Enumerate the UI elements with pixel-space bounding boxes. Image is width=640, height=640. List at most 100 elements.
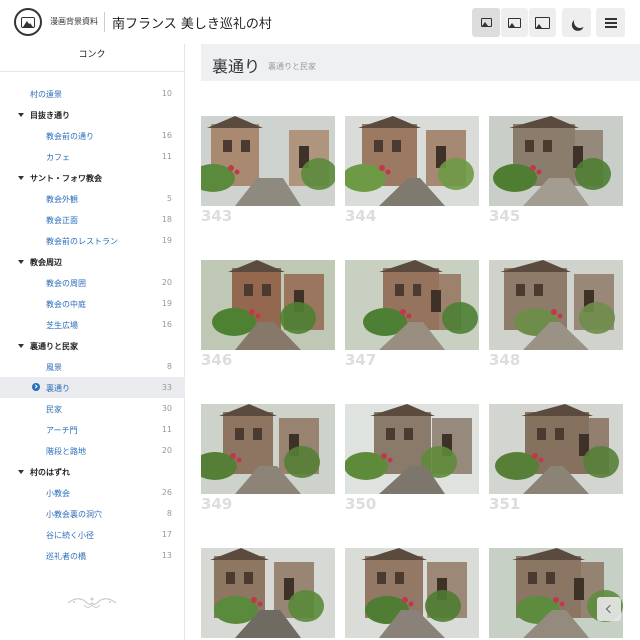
photo-thumbnail[interactable] xyxy=(201,404,335,494)
photo-thumbnail[interactable] xyxy=(201,548,335,638)
sidebar-item-count: 33 xyxy=(161,383,172,392)
photo-number: 348 xyxy=(489,351,521,369)
image-small-icon xyxy=(480,18,492,27)
sidebar-title: コンク xyxy=(0,44,184,72)
photo-image xyxy=(201,404,335,494)
photo-thumbnail[interactable] xyxy=(345,116,479,206)
photo-thumbnail[interactable] xyxy=(345,404,479,494)
small-thumbnails-button[interactable] xyxy=(472,8,500,37)
photo-thumbnail[interactable] xyxy=(201,260,335,350)
sidebar-item-label: 芝生広場 xyxy=(46,321,78,330)
photo-thumbnail[interactable] xyxy=(489,116,623,206)
sidebar-item-count: 20 xyxy=(161,446,172,455)
sidebar-item[interactable]: 裏通り 33 xyxy=(0,377,185,398)
sidebar-item-label: 小教会 xyxy=(46,489,70,498)
sidebar-item[interactable]: 教会外観 5 xyxy=(0,188,185,209)
photo-number: 350 xyxy=(345,495,377,513)
photo-thumbnail[interactable] xyxy=(345,548,479,638)
sidebar-item-count: 16 xyxy=(161,320,172,329)
sidebar-item[interactable]: 教会前のレストラン 19 xyxy=(0,230,185,251)
photo-number: 345 xyxy=(489,207,521,225)
sidebar-item[interactable]: アーチ門 11 xyxy=(0,419,185,440)
photo-image xyxy=(345,404,479,494)
sidebar-item[interactable]: 教会前の通り 16 xyxy=(0,125,185,146)
site-logo-icon[interactable] xyxy=(14,8,42,36)
sidebar-item[interactable]: 小教会 26 xyxy=(0,482,185,503)
menu-button[interactable] xyxy=(596,8,625,37)
dark-mode-button[interactable] xyxy=(562,8,591,37)
photo-number: 344 xyxy=(345,207,377,225)
sidebar-group[interactable]: 目抜き通り xyxy=(0,104,185,125)
sidebar-item[interactable]: カフェ 11 xyxy=(0,146,185,167)
photo-thumbnail[interactable] xyxy=(489,548,623,638)
section-breadcrumb[interactable]: 裏通りと民家 xyxy=(268,61,316,72)
photo-image xyxy=(345,548,479,638)
sidebar-item[interactable]: 民家 30 xyxy=(0,398,185,419)
sidebar-group[interactable]: 村のはずれ xyxy=(0,461,185,482)
sidebar-item-label: 裏通りと民家 xyxy=(30,342,78,351)
photo-image xyxy=(345,116,479,206)
photo-number: 347 xyxy=(345,351,377,369)
page-title: 南フランス 美しき巡礼の村 xyxy=(112,17,272,32)
sidebar-item[interactable]: 風景 8 xyxy=(0,356,185,377)
sidebar-item-label: 小教会裏の洞穴 xyxy=(46,510,102,519)
photo-image xyxy=(201,260,335,350)
photo-image xyxy=(489,260,623,350)
sidebar-group[interactable]: 教会周辺 xyxy=(0,251,185,272)
photo-image xyxy=(201,548,335,638)
sidebar-item-label: 教会前の通り xyxy=(46,132,94,141)
sidebar-item[interactable]: 教会の中庭 19 xyxy=(0,293,185,314)
caret-down-icon xyxy=(18,260,24,264)
sidebar-item[interactable]: 小教会裏の洞穴 8 xyxy=(0,503,185,524)
photo-thumbnail[interactable] xyxy=(345,260,479,350)
sidebar-item-label: 教会正面 xyxy=(46,216,78,225)
sidebar-item-count: 13 xyxy=(161,551,172,560)
sidebar-item-label: 教会外観 xyxy=(46,195,78,204)
sidebar-item-label: 村のはずれ xyxy=(30,468,70,477)
sidebar-item[interactable]: 芝生広場 16 xyxy=(0,314,185,335)
sidebar-item[interactable]: 教会正面 18 xyxy=(0,209,185,230)
photo-thumbnail[interactable] xyxy=(489,404,623,494)
sidebar-item-label: 民家 xyxy=(46,405,62,414)
sidebar-item[interactable]: 教会の周囲 20 xyxy=(0,272,185,293)
photo-thumbnail[interactable] xyxy=(201,116,335,206)
photo-number: 351 xyxy=(489,495,521,513)
photo-image xyxy=(201,116,335,206)
menu-icon xyxy=(604,17,617,28)
sidebar-item-count: 8 xyxy=(166,509,172,518)
photo-thumbnail[interactable] xyxy=(489,260,623,350)
image-large-icon xyxy=(535,16,550,29)
sidebar-item-label: サント・フォワ教会 xyxy=(30,174,102,183)
photo-image xyxy=(345,260,479,350)
photo-image xyxy=(489,404,623,494)
sidebar-item-count: 26 xyxy=(161,488,172,497)
photo-number: 343 xyxy=(201,207,233,225)
sidebar-item[interactable]: 階段と路地 20 xyxy=(0,440,185,461)
sidebar-item[interactable]: 村の遠景 10 xyxy=(0,83,185,104)
sidebar: コンク 村の遠景 10 目抜き通り教会前の通り 16 カフェ 11 サント・フォワ教会教会外… xyxy=(0,44,185,640)
sidebar-group[interactable]: サント・フォワ教会 xyxy=(0,167,185,188)
caret-down-icon xyxy=(18,176,24,180)
sidebar-item-count: 18 xyxy=(161,215,172,224)
large-thumbnails-button[interactable] xyxy=(529,8,556,37)
site-name[interactable]: 漫画背景資料 xyxy=(50,16,98,27)
sidebar-item[interactable]: 谷に続く小径 17 xyxy=(0,524,185,545)
selected-indicator-icon xyxy=(32,383,40,391)
sidebar-list: 村の遠景 10 目抜き通り 教会前の通り 16 カフェ 11 サント・フォワ教会 教会外観 5 教会… xyxy=(0,83,185,566)
sidebar-item-count: 11 xyxy=(161,152,172,161)
sidebar-item[interactable]: 巡礼者の橋 13 xyxy=(0,545,185,566)
sidebar-item-count: 19 xyxy=(161,299,172,308)
sidebar-item-label: カフェ xyxy=(46,153,70,162)
sidebar-item-label: 教会前のレストラン xyxy=(46,237,118,246)
scroll-back-button[interactable] xyxy=(597,597,621,621)
sidebar-item-count: 16 xyxy=(161,131,172,140)
sidebar-group[interactable]: 裏通りと民家 xyxy=(0,335,185,356)
sidebar-item-count: 10 xyxy=(161,89,172,98)
photo-number: 349 xyxy=(201,495,233,513)
medium-thumbnails-button[interactable] xyxy=(501,8,528,37)
sidebar-item-count: 20 xyxy=(161,278,172,287)
photo-number: 346 xyxy=(201,351,233,369)
sidebar-item-count: 30 xyxy=(161,404,172,413)
top-bar: 漫画背景資料 南フランス 美しき巡礼の村 xyxy=(0,0,640,44)
sidebar-item-label: 階段と路地 xyxy=(46,447,86,456)
